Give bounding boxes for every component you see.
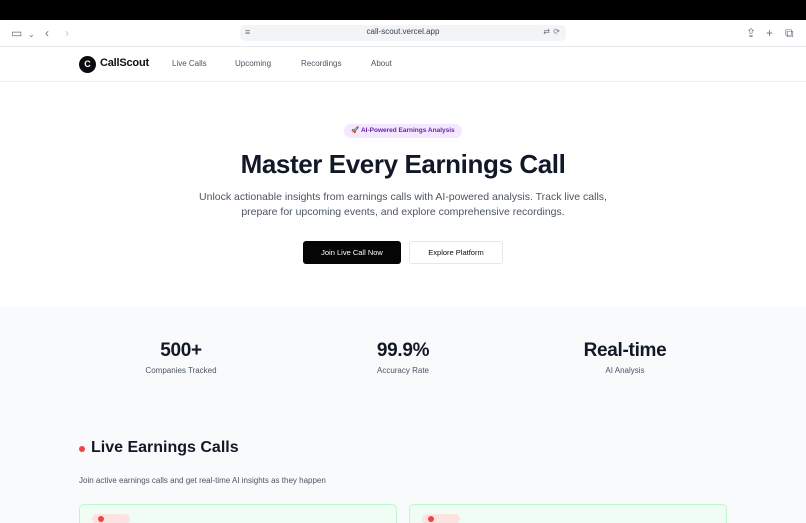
- share-icon[interactable]: ⇪: [746, 26, 756, 40]
- url-text[interactable]: call-scout.vercel.app: [240, 27, 566, 36]
- nav-recordings[interactable]: Recordings: [301, 59, 341, 68]
- live-call-card[interactable]: [409, 504, 727, 523]
- logo-icon[interactable]: C: [79, 56, 96, 73]
- chevron-down-icon[interactable]: ⌄: [28, 28, 35, 42]
- stat-label: AI Analysis: [605, 366, 645, 375]
- hero-subtitle: Unlock actionable insights from earnings…: [199, 191, 607, 218]
- live-badge: [92, 514, 130, 523]
- stats-section: 500+ Companies Tracked 99.9% Accuracy Ra…: [0, 306, 806, 523]
- live-calls-subtitle: Join active earnings calls and get real-…: [79, 476, 326, 485]
- site-nav: C CallScout Live Calls Upcoming Recordin…: [0, 47, 806, 82]
- stat-label: Accuracy Rate: [376, 366, 430, 375]
- hero-title: Master Every Earnings Call: [240, 149, 566, 179]
- hero-section: 🚀 AI-Powered Earnings Analysis Master Ev…: [0, 82, 806, 306]
- forward-icon[interactable]: ›: [65, 26, 69, 40]
- stat-value: Real-time: [583, 340, 667, 361]
- stat-companies: 500+ Companies Tracked: [81, 340, 281, 375]
- nav-upcoming[interactable]: Upcoming: [235, 59, 271, 68]
- ai-badge: 🚀 AI-Powered Earnings Analysis: [344, 124, 462, 138]
- stat-value: 500+: [160, 340, 202, 361]
- stat-ai-analysis: Real-time AI Analysis: [525, 340, 725, 375]
- brand-name[interactable]: CallScout: [100, 57, 149, 69]
- new-tab-icon[interactable]: +: [766, 26, 773, 40]
- translate-icon[interactable]: ⇄: [543, 27, 550, 36]
- stat-accuracy: 99.9% Accuracy Rate: [303, 340, 503, 375]
- reload-icon[interactable]: ⟳: [553, 27, 560, 36]
- live-indicator-icon: [79, 446, 85, 452]
- live-call-card[interactable]: [79, 504, 397, 523]
- stat-label: Companies Tracked: [145, 366, 217, 375]
- live-dot-icon: [428, 516, 434, 522]
- explore-platform-button[interactable]: Explore Platform: [409, 241, 503, 264]
- live-dot-icon: [98, 516, 104, 522]
- system-top-bar: [0, 0, 806, 20]
- nav-about[interactable]: About: [371, 59, 392, 68]
- stat-value: 99.9%: [376, 340, 430, 361]
- live-badge: [422, 514, 460, 523]
- sidebar-icon[interactable]: ▭: [11, 26, 22, 40]
- live-calls-heading: Live Earnings Calls: [91, 439, 239, 456]
- nav-live-calls[interactable]: Live Calls: [172, 59, 207, 68]
- back-icon[interactable]: ‹: [45, 26, 49, 40]
- join-live-call-button[interactable]: Join Live Call Now: [303, 241, 401, 264]
- browser-toolbar: ▭ ⌄ ‹ › ≡ call-scout.vercel.app ⟳ ⇄ ⇪ + …: [0, 20, 806, 47]
- address-bar[interactable]: ≡ call-scout.vercel.app ⟳ ⇄: [240, 25, 566, 41]
- tabs-icon[interactable]: ⧉: [785, 26, 794, 40]
